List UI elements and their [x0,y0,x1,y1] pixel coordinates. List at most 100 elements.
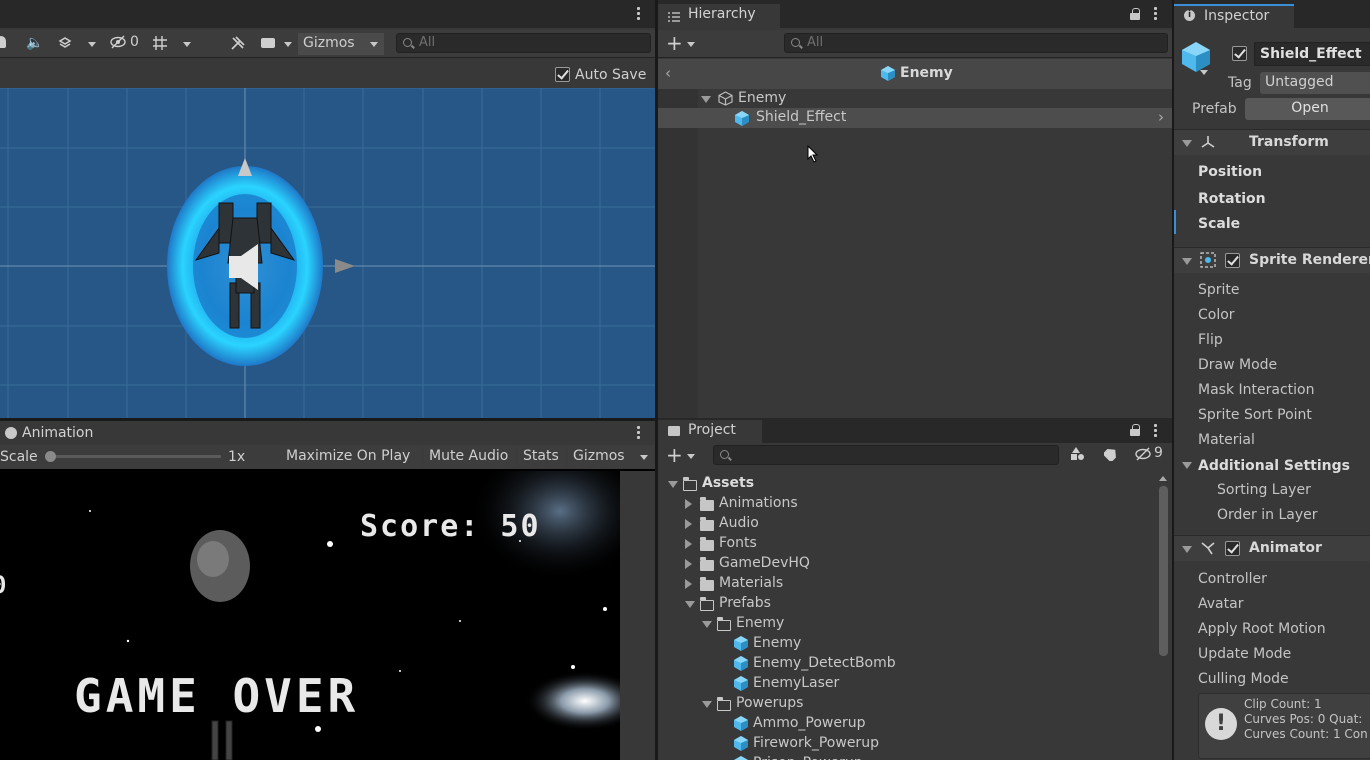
icon-dropdown-icon[interactable] [1200,70,1208,75]
project-item[interactable]: GameDevHQ [658,554,1153,574]
collapse-arrow-icon[interactable] [702,621,712,628]
animator-enabled-checkbox[interactable] [1225,541,1240,556]
gizmos-dropdown-icon[interactable] [370,42,378,47]
gizmos-button[interactable]: Gizmos [298,33,384,55]
collapse-arrow-icon[interactable] [1182,546,1192,553]
hierarchy-lock-icon[interactable] [1130,8,1140,20]
grid-dropdown-icon[interactable] [183,42,191,47]
grid-icon[interactable] [152,35,168,51]
scale-slider[interactable] [45,451,221,462]
collapse-arrow-icon[interactable] [1182,258,1192,265]
mute-audio-button[interactable]: Mute Audio [424,446,515,468]
game-view[interactable]: Score: 50 0 GAME OVER [0,471,620,760]
project-search-input[interactable] [713,445,1059,465]
project-item[interactable]: Fonts [658,534,1153,554]
hidden-packages-count: 9 [1154,445,1163,461]
animator-info-box: ! Clip Count: 1 Curves Pos: 0 Quat: Curv… [1198,693,1370,759]
scene-toolbar: 🔈 0 Gizmos All [0,30,655,58]
project-item[interactable]: EnemyLaser [658,674,1153,694]
tab-animation-label[interactable]: Animation [22,425,93,441]
add-dropdown-icon[interactable] [687,42,695,47]
maximize-on-play-button[interactable]: Maximize On Play [281,446,421,468]
auto-save-checkbox[interactable] [555,67,570,82]
expand-arrow-icon[interactable] [685,559,692,569]
project-menu-icon[interactable] [1154,424,1158,438]
camera-dropdown-icon[interactable] [284,42,292,47]
camera-icon[interactable] [261,38,275,48]
expand-arrow-icon[interactable] [685,579,692,589]
expand-arrow-icon[interactable] [701,96,711,103]
hidden-packages-icon[interactable] [1135,447,1151,461]
prefab-cube-icon [734,756,748,760]
project-item[interactable]: Assets [658,474,1153,494]
hierarchy-search-input[interactable]: All [784,33,1168,53]
audio-toggle-icon[interactable]: 🔈 [26,35,43,51]
stats-button[interactable]: Stats [518,446,565,468]
tab-project[interactable]: Project [658,420,762,444]
expand-arrow-icon[interactable] [685,539,692,549]
mouse-cursor-icon [807,144,819,167]
expand-arrow-icon[interactable] [685,499,692,509]
gizmos-button[interactable]: Gizmos [568,446,654,468]
game-view-right-margin [620,471,655,760]
back-chevron-icon[interactable]: ‹ [665,64,671,82]
info-line-clip-count: Clip Count: 1 [1244,697,1322,711]
project-item[interactable]: Enemy [658,614,1153,634]
scene-view[interactable] [0,88,655,418]
search-by-label-icon[interactable] [1102,447,1118,463]
project-toolbar: + 9 [658,443,1172,471]
project-item[interactable]: Powerups [658,694,1153,714]
project-item[interactable]: Prefabs [658,594,1153,614]
scroll-up-arrow-icon[interactable] [1159,476,1167,481]
collapse-arrow-icon[interactable] [668,481,678,488]
expand-arrow-icon[interactable] [685,519,692,529]
scroll-thumb[interactable] [1159,486,1168,656]
collapse-arrow-icon[interactable] [702,701,712,708]
hierarchy-menu-icon[interactable] [1154,7,1158,21]
transform-header[interactable]: Transform [1174,129,1370,155]
tab-inspector[interactable]: i Inspector [1174,4,1294,28]
scale-slider-handle[interactable] [45,451,56,462]
gizmos-dropdown-icon[interactable] [640,455,648,460]
sprite-renderer-enabled-checkbox[interactable] [1225,253,1240,268]
hierarchy-item-shield-effect[interactable]: Shield_Effect › [658,108,1172,128]
collapse-arrow-icon[interactable] [685,601,695,608]
tag-dropdown[interactable]: Untagged [1260,72,1370,94]
project-item[interactable]: Ammo_Powerup [658,714,1153,734]
effects-dropdown-icon[interactable] [88,42,96,47]
scene-search-input[interactable]: All [396,33,651,53]
project-lock-icon[interactable] [1130,424,1140,436]
open-prefab-chevron-icon[interactable]: › [1158,108,1164,126]
lighting-icon[interactable] [0,36,6,48]
active-checkbox[interactable] [1232,46,1247,61]
project-item[interactable]: Materials [658,574,1153,594]
open-prefab-button[interactable]: Open [1245,98,1370,120]
add-object-icon[interactable]: + [666,33,683,53]
folder-icon [700,517,714,531]
project-item[interactable]: Firework_Powerup [658,734,1153,754]
project-scrollbar[interactable] [1156,472,1170,760]
project-item[interactable]: Prison_Powerup [658,754,1153,760]
hidden-count: 0 [130,34,139,50]
hierarchy-tabbar: Hierarchy [658,0,1172,28]
project-item[interactable]: Audio [658,514,1153,534]
search-by-type-icon[interactable] [1070,446,1086,462]
project-item[interactable]: Enemy [658,634,1153,654]
tools-icon[interactable] [230,35,246,51]
hidden-objects-icon[interactable] [110,35,126,49]
create-asset-icon[interactable]: + [666,445,683,465]
animation-menu-icon[interactable] [637,426,641,440]
hierarchy-item-enemy[interactable]: Enemy [658,89,1172,109]
effects-icon[interactable] [58,35,72,49]
additional-settings-foldout[interactable]: Additional Settings [1198,458,1350,474]
tab-hierarchy[interactable]: Hierarchy [658,4,780,28]
project-item[interactable]: Enemy_DetectBomb [658,654,1153,674]
additional-settings-arrow-icon[interactable] [1182,462,1192,469]
scene-menu-icon[interactable] [637,7,641,21]
create-dropdown-icon[interactable] [687,454,695,459]
object-name-field[interactable]: Shield_Effect [1254,42,1370,66]
project-item[interactable]: Animations [658,494,1153,514]
collapse-arrow-icon[interactable] [1182,140,1192,147]
animator-header[interactable]: Animator [1174,535,1370,561]
sprite-renderer-header[interactable]: Sprite Renderer [1174,247,1370,273]
